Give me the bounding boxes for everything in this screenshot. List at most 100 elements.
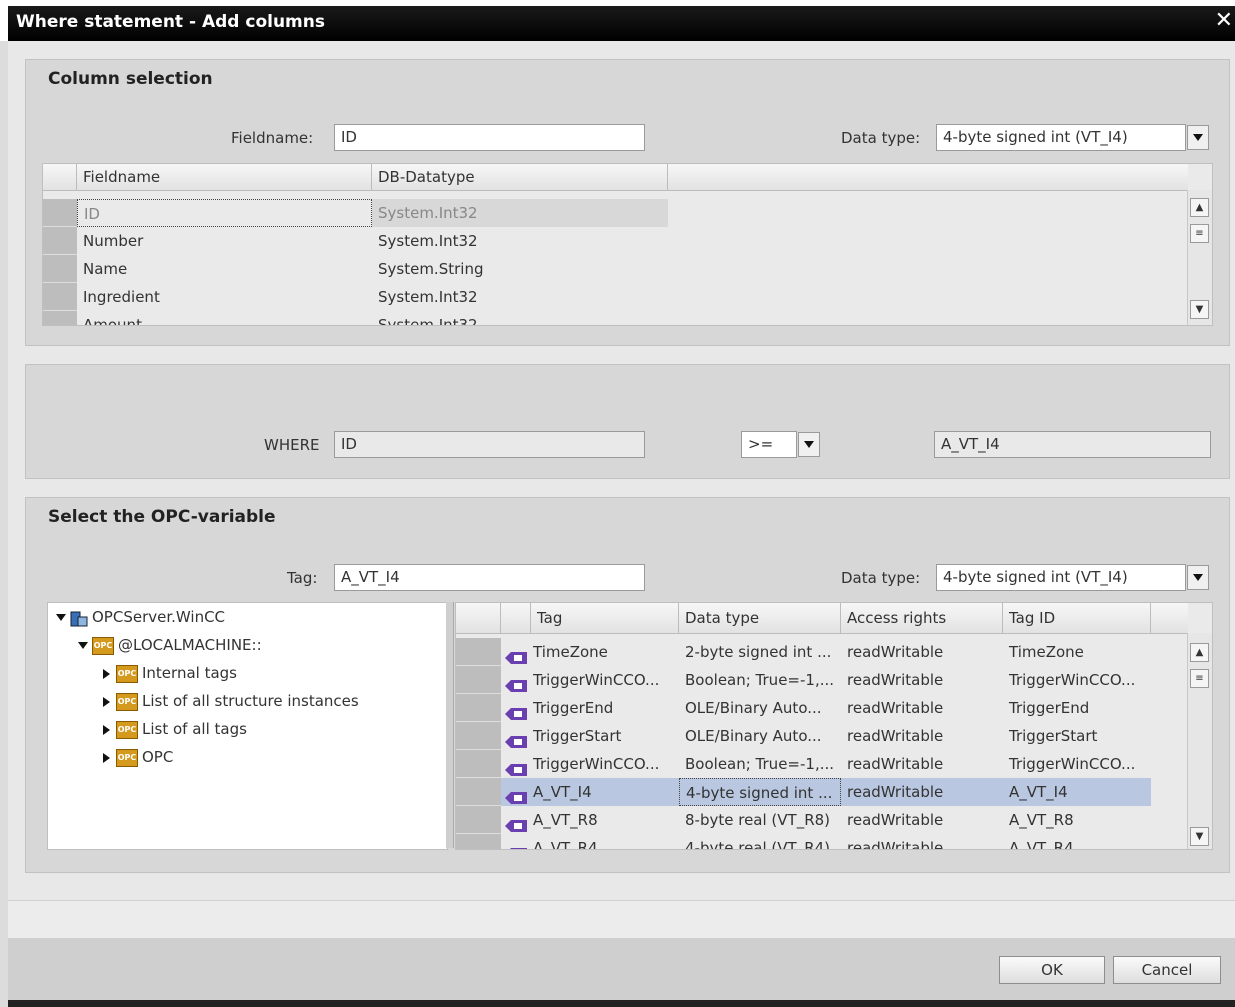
cell-tag[interactable]: A_VT_R4 — [501, 834, 679, 849]
cell-access[interactable]: readWritable — [841, 834, 1003, 849]
scroll-up-icon[interactable]: ▲ — [1190, 198, 1209, 217]
collapse-arrow-icon[interactable] — [103, 696, 110, 707]
cell-tag-id[interactable]: A_VT_I4 — [1003, 778, 1151, 806]
cell-access[interactable]: readWritable — [841, 778, 1003, 806]
cell-tag[interactable]: TimeZone — [501, 638, 679, 666]
scroll-down-icon[interactable]: ▼ — [1190, 300, 1209, 319]
tree-node-label: List of all tags — [142, 720, 247, 738]
header-tag-id[interactable]: Tag ID — [1003, 603, 1151, 633]
cell-datatype[interactable]: 8-byte real (VT_R8) — [679, 806, 841, 834]
cell-datatype[interactable]: System.String — [372, 255, 668, 283]
operator-dropdown-button[interactable] — [798, 432, 820, 457]
scroll-up-icon[interactable]: ▲ — [1190, 643, 1209, 662]
header-data-type[interactable]: Data type — [679, 603, 841, 633]
table-row[interactable]: TimeZone 2-byte signed int ... readWrita… — [456, 638, 1188, 666]
cell-datatype[interactable]: System.Int32 — [372, 283, 668, 311]
cell-tag-id[interactable]: A_VT_R8 — [1003, 806, 1151, 834]
tree-node-localmachine[interactable]: OPC @LOCALMACHINE:: — [78, 631, 262, 659]
cell-datatype[interactable]: 4-byte real (VT_R4) — [679, 834, 841, 849]
expand-arrow-icon[interactable] — [56, 614, 66, 621]
tree-node-server[interactable]: OPCServer.WinCC — [56, 603, 225, 631]
header-db-datatype[interactable]: DB-Datatype — [372, 164, 668, 190]
header-fieldname[interactable]: Fieldname — [77, 164, 372, 190]
opc-panel: Select the OPC-variable Tag: A_VT_I4 Dat… — [25, 497, 1230, 873]
tree-node-internal-tags[interactable]: OPC Internal tags — [103, 659, 237, 687]
tree-node-all-tags[interactable]: OPC List of all tags — [103, 715, 247, 743]
cell-access[interactable]: readWritable — [841, 806, 1003, 834]
table-row[interactable]: Number System.Int32 — [43, 227, 1188, 255]
cell-datatype[interactable]: System.Int32 — [372, 311, 668, 325]
cell-tag-id[interactable]: A_VT_R4 — [1003, 834, 1151, 849]
ok-button[interactable]: OK — [999, 956, 1105, 984]
tag-input[interactable]: A_VT_I4 — [334, 564, 645, 591]
table-row-selected[interactable]: A_VT_I4 4-byte signed int ... readWritab… — [456, 778, 1151, 806]
collapse-arrow-icon[interactable] — [103, 668, 110, 679]
cell-fieldname[interactable]: Name — [77, 255, 372, 283]
cell-tag[interactable]: TriggerWinCCO... — [501, 666, 679, 694]
scroll-down-icon[interactable]: ▼ — [1190, 827, 1209, 846]
cell-tag[interactable]: A_VT_I4 — [501, 778, 679, 806]
table-row[interactable]: TriggerWinCCO... Boolean; True=-1,... re… — [456, 750, 1188, 778]
cell-tag-id[interactable]: TriggerEnd — [1003, 694, 1151, 722]
cell-datatype[interactable]: System.Int32 — [372, 227, 668, 255]
cell-fieldname[interactable]: Number — [77, 227, 372, 255]
cell-tag[interactable]: TriggerWinCCO... — [501, 750, 679, 778]
opc-datatype-select[interactable]: 4-byte signed int (VT_I4) — [936, 564, 1186, 591]
close-button[interactable]: ✕ — [1215, 8, 1233, 33]
scroll-thumb-icon[interactable]: ≡ — [1190, 224, 1209, 243]
cell-datatype[interactable]: Boolean; True=-1,... — [679, 750, 841, 778]
operator-select[interactable]: >= — [741, 431, 797, 458]
column-grid-header: Fieldname DB-Datatype — [43, 164, 1188, 191]
cell-datatype[interactable]: Boolean; True=-1,... — [679, 666, 841, 694]
cell-access[interactable]: readWritable — [841, 750, 1003, 778]
datatype-select[interactable]: 4-byte signed int (VT_I4) — [936, 124, 1186, 151]
cell-tag-id[interactable]: TimeZone — [1003, 638, 1151, 666]
opc-datatype-dropdown-button[interactable] — [1187, 565, 1209, 590]
table-row[interactable]: Amount System.Int32 — [43, 311, 1188, 325]
scroll-thumb-icon[interactable]: ≡ — [1190, 669, 1209, 688]
cell-access[interactable]: readWritable — [841, 722, 1003, 750]
collapse-arrow-icon[interactable] — [103, 752, 110, 763]
cell-tag-id[interactable]: TriggerWinCCO... — [1003, 750, 1151, 778]
tree-node-structure-instances[interactable]: OPC List of all structure instances — [103, 687, 359, 715]
table-row[interactable]: TriggerStart OLE/Binary Auto... readWrit… — [456, 722, 1188, 750]
cell-datatype[interactable]: OLE/Binary Auto... — [679, 694, 841, 722]
opc-folder-icon: OPC — [92, 636, 114, 655]
tag-icon — [505, 786, 527, 804]
expand-arrow-icon[interactable] — [78, 642, 88, 649]
tag-grid-scrollbar[interactable]: ▲ ≡ ▼ — [1187, 633, 1212, 849]
where-value-input[interactable]: A_VT_I4 — [934, 431, 1211, 458]
cell-access[interactable]: readWritable — [841, 694, 1003, 722]
table-row[interactable]: A_VT_R4 4-byte real (VT_R4) readWritable… — [456, 834, 1188, 849]
header-tag[interactable]: Tag — [531, 603, 679, 633]
collapse-arrow-icon[interactable] — [103, 724, 110, 735]
table-row[interactable]: TriggerWinCCO... Boolean; True=-1,... re… — [456, 666, 1188, 694]
cell-datatype[interactable]: OLE/Binary Auto... — [679, 722, 841, 750]
header-access-rights[interactable]: Access rights — [841, 603, 1003, 633]
table-row[interactable]: TriggerEnd OLE/Binary Auto... readWritab… — [456, 694, 1188, 722]
cell-access[interactable]: readWritable — [841, 638, 1003, 666]
cell-datatype[interactable]: 2-byte signed int ... — [679, 638, 841, 666]
tree-node-opc[interactable]: OPC OPC — [103, 743, 173, 771]
table-row[interactable]: A_VT_R8 8-byte real (VT_R8) readWritable… — [456, 806, 1188, 834]
cell-fieldname[interactable]: Amount — [77, 311, 372, 325]
table-row[interactable]: ID System.Int32 — [43, 199, 1188, 227]
cell-tag[interactable]: A_VT_R8 — [501, 806, 679, 834]
cell-fieldname[interactable]: Ingredient — [77, 283, 372, 311]
column-grid-scrollbar[interactable]: ▲ ≡ ▼ — [1187, 190, 1212, 325]
cell-tag[interactable]: TriggerStart — [501, 722, 679, 750]
cell-tag[interactable]: TriggerEnd — [501, 694, 679, 722]
cell-tag-id[interactable]: TriggerWinCCO... — [1003, 666, 1151, 694]
cell-datatype[interactable]: 4-byte signed int ... — [679, 778, 841, 806]
where-field-input[interactable]: ID — [334, 431, 645, 458]
fieldname-input[interactable]: ID — [334, 124, 645, 151]
cell-fieldname[interactable]: ID — [77, 199, 372, 227]
cell-datatype[interactable]: System.Int32 — [372, 199, 668, 227]
datatype-dropdown-button[interactable] — [1187, 125, 1209, 150]
cell-access[interactable]: readWritable — [841, 666, 1003, 694]
cell-tag-id[interactable]: TriggerStart — [1003, 722, 1151, 750]
splitter[interactable] — [446, 602, 454, 848]
cancel-button[interactable]: Cancel — [1113, 956, 1221, 984]
table-row[interactable]: Ingredient System.Int32 — [43, 283, 1188, 311]
table-row[interactable]: Name System.String — [43, 255, 1188, 283]
